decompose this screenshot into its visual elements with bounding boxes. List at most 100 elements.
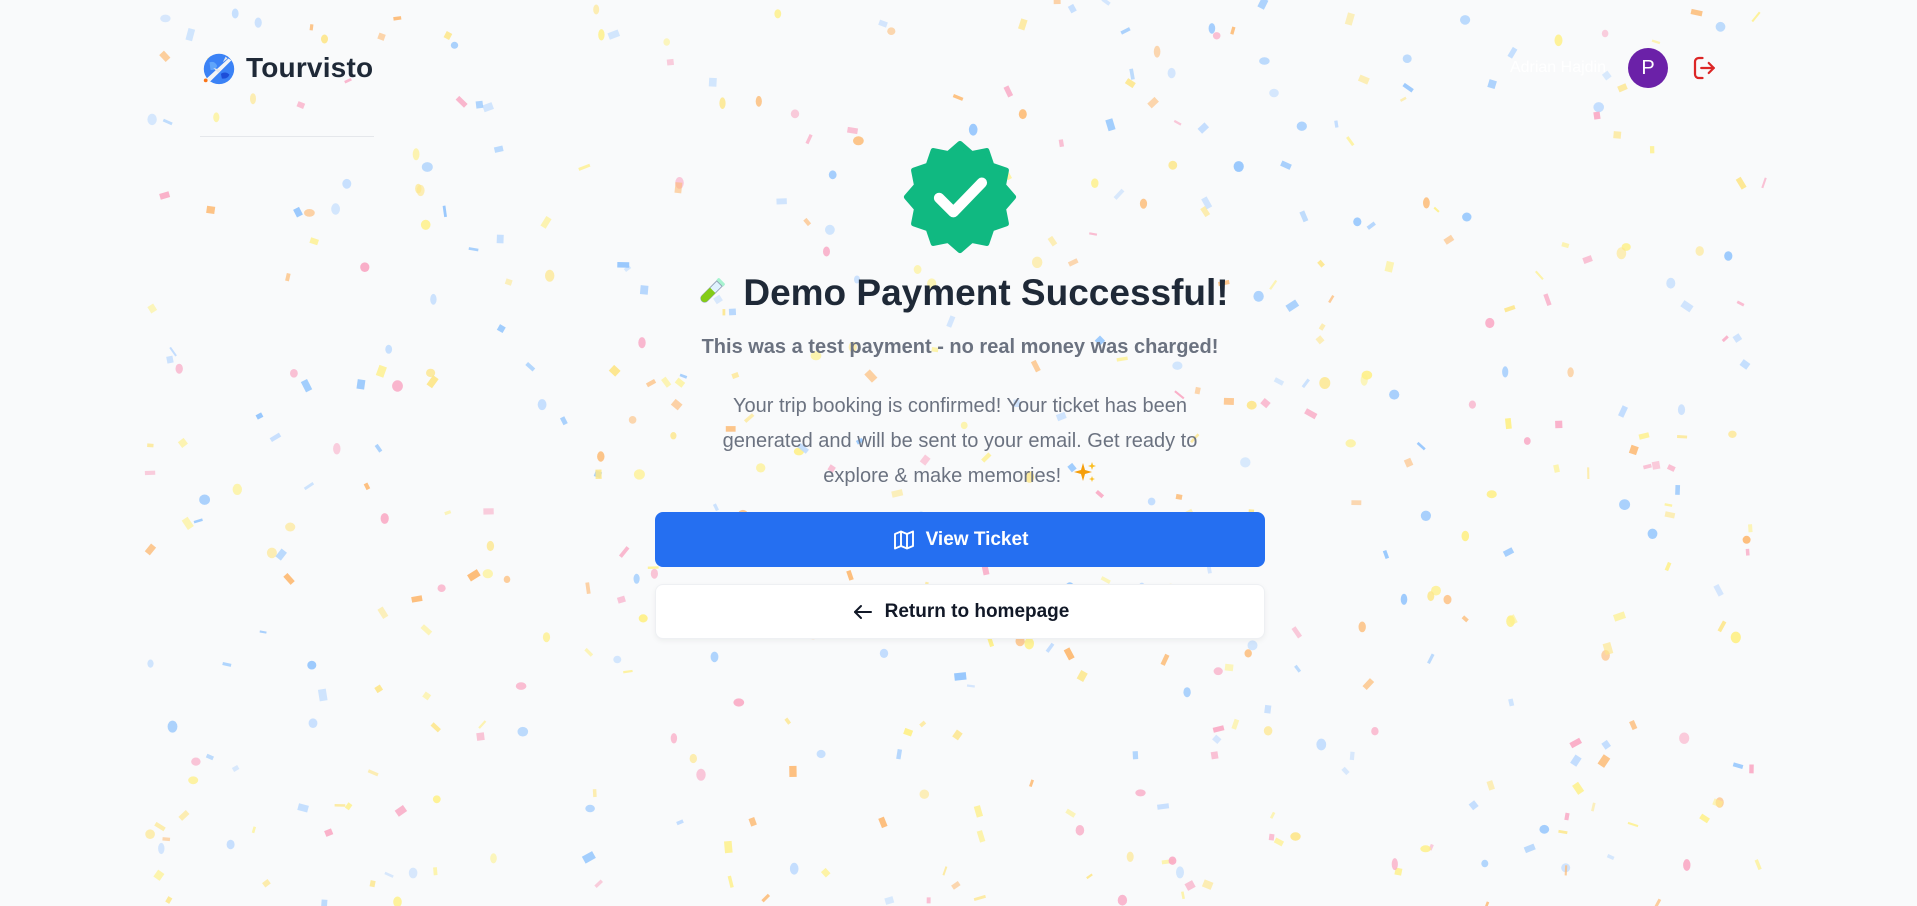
confetti-piece [147,659,154,668]
confetti-piece [213,112,220,123]
confetti-piece [1358,621,1366,633]
confetti-piece [593,470,603,479]
confetti-piece [1582,255,1593,264]
confetti-piece [618,546,630,558]
confetti-piece [926,897,931,904]
view-ticket-button[interactable]: View Ticket [655,512,1265,567]
confetti-piece [308,718,318,728]
confetti-piece [884,896,895,905]
confetti-piece [159,50,171,63]
confetti-piece [1427,653,1435,665]
confetti-piece [1361,370,1373,380]
confirmation-message: Your trip booking is confirmed! Your tic… [690,389,1230,494]
confetti-piece [1315,335,1325,345]
confetti-piece [585,582,591,595]
confetti-piece [1679,732,1690,744]
confetti-piece [595,469,602,479]
confetti-piece [755,95,762,107]
confetti-piece [158,842,165,855]
confetti-piece [1749,764,1754,774]
brand-link[interactable]: Tourvisto [200,49,373,87]
confetti-piece [199,494,211,505]
confetti-piece [954,672,967,681]
confetti-piece [598,29,605,41]
confetti-piece [594,879,604,888]
confetti-piece [1344,12,1355,26]
confetti-piece [1543,293,1552,306]
confetti-piece [393,16,402,21]
confetti-piece [482,569,493,579]
confetti-piece [973,805,984,818]
confetti-piece [475,100,484,109]
confetti-piece [1168,856,1177,865]
confetti-piece [153,869,165,881]
confetti-piece [181,516,194,530]
confetti-piece [296,101,306,109]
confetti-piece [1230,26,1236,35]
confetti-piece [1063,647,1075,661]
confetti-piece [483,508,494,515]
confetti-piece [1349,751,1355,761]
confetti-piece [1212,32,1221,40]
confetti-piece [1713,583,1724,597]
confetti-piece [951,881,961,890]
confetti-piece [147,303,158,314]
confetti-piece [285,273,291,282]
confetti-piece [1572,781,1585,795]
view-ticket-label: View Ticket [925,528,1029,550]
confetti-piece [1651,460,1661,470]
confetti-piece [1371,727,1379,736]
confetti-piece [392,380,403,392]
confetti-piece [1065,808,1076,818]
confetti-piece [1502,366,1509,378]
confetti-piece [283,572,295,585]
confetti-piece [1761,177,1767,189]
confetti-piece [468,247,479,252]
confetti-piece [581,851,596,864]
confetti-piece [724,840,733,854]
confetti-piece [169,346,177,357]
confetti-piece [1176,866,1184,879]
confetti-piece [1561,863,1571,873]
confetti-piece [1619,499,1631,510]
confetti-piece [1353,217,1362,227]
confetti-piece [1126,851,1134,862]
confetti-piece [320,899,328,906]
avatar[interactable]: P [1628,48,1668,88]
return-home-button[interactable]: Return to homepage [655,584,1265,639]
return-home-label: Return to homepage [884,600,1070,622]
confetti-piece [254,17,262,28]
confetti-piece [689,753,697,764]
confetti-piece [1601,650,1610,661]
confetti-piece [167,720,178,733]
confetti-piece [710,651,719,663]
confetti-piece [1433,206,1440,213]
confetti-piece [1460,15,1471,25]
confetti-piece [1468,800,1479,811]
confetti-piece [159,191,171,200]
confetti-piece [608,364,621,377]
confetti-piece [482,102,494,113]
confetti-piece [1184,880,1196,891]
confetti-piece [360,262,370,273]
confetti-piece [676,819,684,826]
confetti-piece [1420,510,1431,521]
confetti-piece [205,753,215,761]
confetti-piece [503,575,511,584]
test-tube-icon [700,278,726,303]
confetti-piece [1416,441,1426,451]
confetti-piece [1461,530,1470,542]
confetti-piece [1394,867,1403,876]
confetti-piece [1647,528,1658,539]
confetti-piece [545,269,555,282]
confetti-piece [919,789,930,799]
confetti-piece [490,853,497,864]
confetti-piece [1135,789,1146,797]
globe-airplane-icon [203,53,235,85]
confetti-piece [374,684,384,694]
user-name[interactable]: Adrian Hajdin [1510,59,1606,77]
confetti-piece [1301,378,1310,389]
logout-button[interactable] [1690,53,1720,83]
confetti-piece [1745,548,1750,556]
confetti-piece [696,768,706,781]
